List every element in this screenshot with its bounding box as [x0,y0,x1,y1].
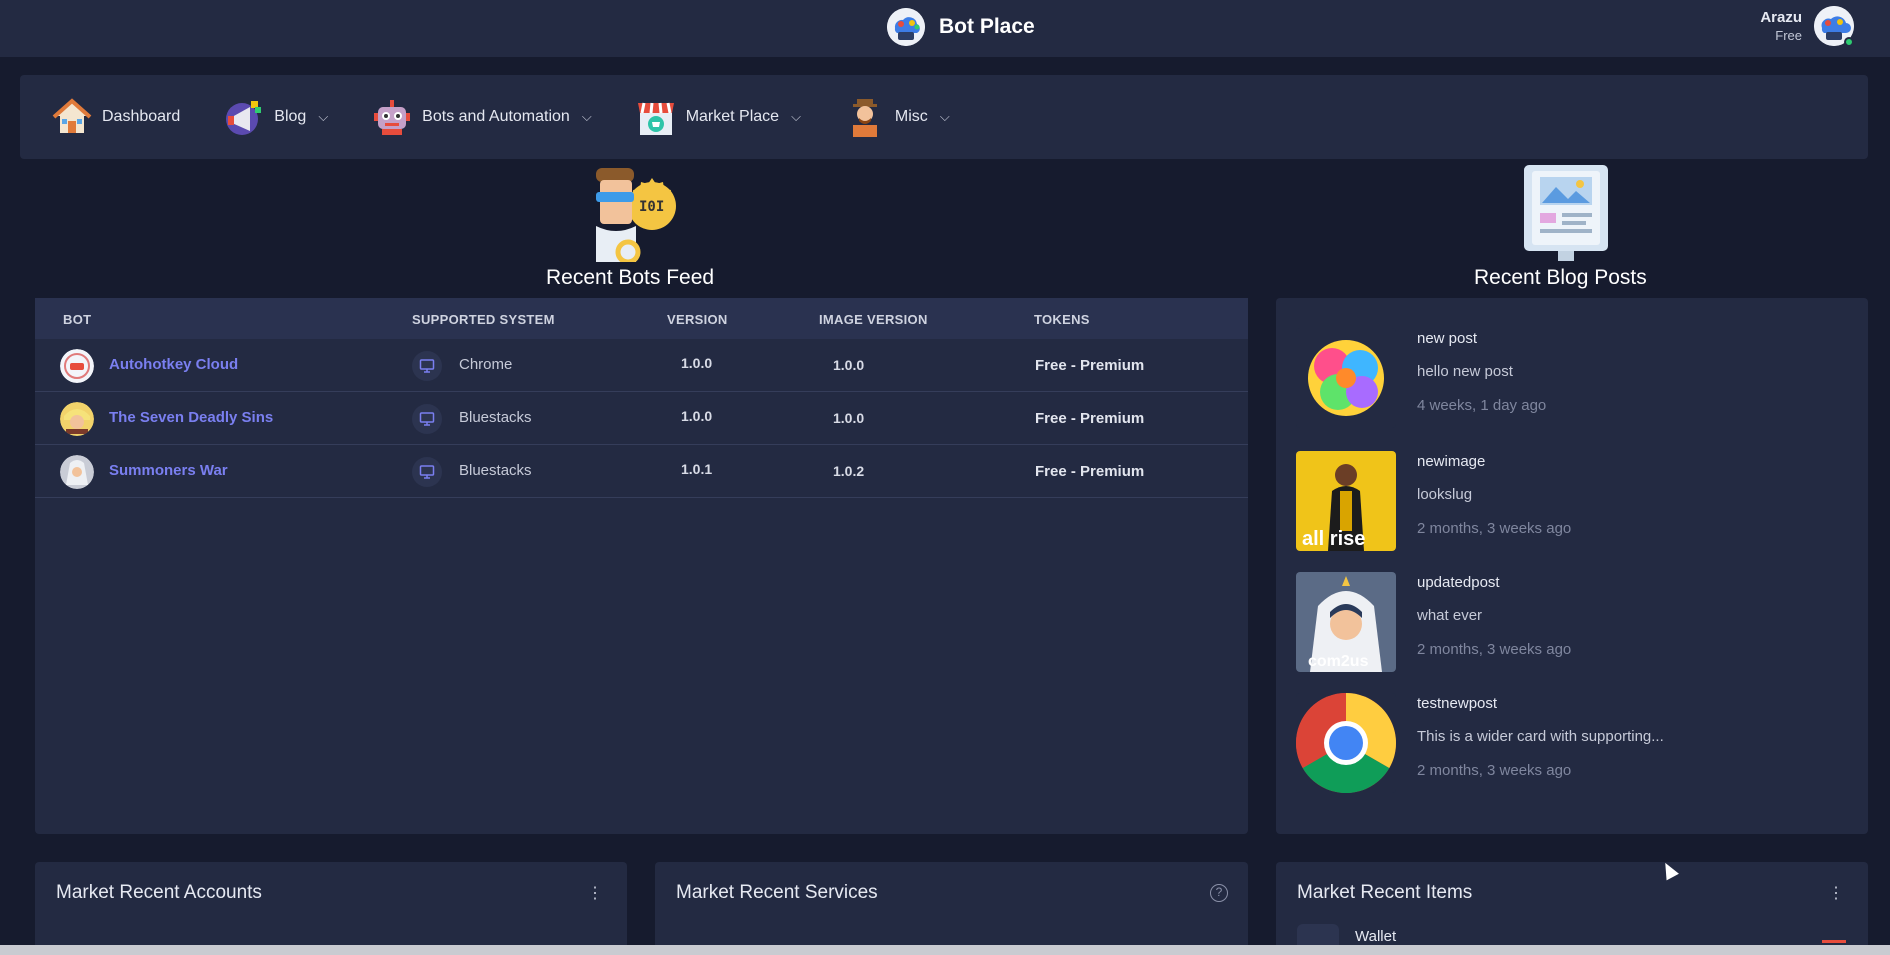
bots-feed-table: BOT SUPPORTED SYSTEM VERSION IMAGE VERSI… [35,298,1248,834]
nav-market-place-label: Market Place [685,108,780,125]
nav-misc-label: Misc [894,108,928,125]
chevron-down-icon: ⌵ [581,109,592,124]
chevron-down-icon: ⌵ [791,109,801,124]
bot-avatar [60,349,94,383]
help-icon[interactable]: ? [1210,884,1228,902]
bot-avatar [60,402,94,436]
svg-text:I0I: I0I [639,199,664,215]
chrome-logo-icon [1296,693,1396,793]
blog-post[interactable]: new post hello new post 4 weeks, 1 day a… [1296,328,1856,428]
main-nav: Dashboard Blog ⌵ Bots and Automation ⌵ M… [20,75,1868,159]
blog-illustration-icon [1520,165,1612,265]
monitor-icon [412,457,442,487]
blog-post[interactable]: com2us updatedpost what ever 2 months, 3… [1296,572,1856,672]
nav-bots-automation-label: Bots and Automation [422,108,570,125]
table-header: BOT SUPPORTED SYSTEM VERSION IMAGE VERSI… [35,298,1248,339]
item-label[interactable]: Wallet [1355,928,1396,945]
nav-blog-label: Blog [274,108,307,125]
version: 1.0.0 [681,408,713,424]
more-options-icon[interactable]: ⋮ [1828,886,1844,902]
house-icon [52,97,92,137]
post-title[interactable]: updatedpost [1417,574,1500,591]
chevron-down-icon: ⌵ [318,109,329,124]
card-title: Market Recent Services [676,882,878,903]
person-icon [845,97,885,137]
blog-post[interactable]: testnewpost This is a wider card with su… [1296,693,1856,793]
bot-name-link[interactable]: Autohotkey Cloud [109,356,238,373]
nav-dashboard[interactable]: Dashboard [52,97,180,137]
more-options-icon[interactable]: ⋮ [587,886,603,902]
post-excerpt: hello new post [1417,363,1513,380]
poster-text: all rise [1302,528,1365,550]
card-title: Market Recent Accounts [56,882,262,903]
nav-dashboard-label: Dashboard [102,108,181,125]
post-title[interactable]: new post [1417,330,1477,347]
horizontal-scrollbar[interactable] [0,945,1890,955]
col-supported-system: SUPPORTED SYSTEM [412,312,555,327]
col-tokens: TOKENS [1034,312,1090,327]
tokens: Free - Premium [1035,357,1145,374]
online-status-icon [1844,37,1854,47]
bot-name-link[interactable]: The Seven Deadly Sins [109,409,273,426]
post-time: 4 weeks, 1 day ago [1417,397,1547,414]
bots-feed-illustration-icon: I0I [590,166,686,265]
market-services-card: Market Recent Services ? [655,862,1248,955]
col-version: VERSION [667,312,728,327]
top-bar: Bot Place Arazu Free [0,0,1890,57]
brand-logo-icon [887,8,925,46]
supported-system: Chrome [459,356,513,373]
bot-name-link[interactable]: Summoners War [109,462,228,479]
col-bot: BOT [63,312,92,327]
post-title[interactable]: newimage [1417,453,1485,470]
poster-text: com2us [1308,653,1369,670]
post-title[interactable]: testnewpost [1417,695,1497,712]
image-version: 1.0.0 [833,357,865,373]
image-version: 1.0.2 [833,463,865,479]
post-thumbnail [1296,328,1396,428]
user-name: Arazu [1760,9,1802,26]
store-icon [636,97,676,137]
post-thumbnail: all rise [1296,451,1396,551]
market-accounts-card: Market Recent Accounts ⋮ [35,862,627,955]
post-excerpt: This is a wider card with supporting... [1417,728,1664,745]
post-thumbnail: com2us [1296,572,1396,672]
supported-system: Bluestacks [459,462,532,479]
version: 1.0.1 [681,461,713,477]
table-row[interactable]: The Seven Deadly Sins Bluestacks 1.0.0 1… [35,392,1248,445]
nav-blog[interactable]: Blog ⌵ [224,97,328,137]
bots-feed-title: Recent Bots Feed [546,266,715,289]
blog-posts-panel: new post hello new post 4 weeks, 1 day a… [1276,298,1868,834]
megaphone-icon [224,97,264,137]
post-excerpt: lookslug [1417,486,1473,503]
col-image-version: IMAGE VERSION [819,312,928,327]
table-row[interactable]: Autohotkey Cloud Chrome 1.0.0 1.0.0 Free… [35,339,1248,392]
image-version: 1.0.0 [833,410,865,426]
tokens: Free - Premium [1035,410,1145,427]
post-time: 2 months, 3 weeks ago [1417,641,1572,658]
monitor-icon [412,351,442,381]
post-time: 2 months, 3 weeks ago [1417,762,1572,779]
robot-icon [372,97,412,137]
post-time: 2 months, 3 weeks ago [1417,520,1572,537]
card-title: Market Recent Items [1297,882,1473,903]
app-title: Bot Place [939,15,1035,38]
blog-title: Recent Blog Posts [1474,266,1647,289]
user-menu[interactable]: Arazu Free [1760,6,1854,46]
monitor-icon [412,404,442,434]
version: 1.0.0 [681,355,713,371]
bot-avatar [60,455,94,489]
nav-market-place[interactable]: Market Place ⌵ [636,97,801,137]
blog-post[interactable]: all rise newimage lookslug 2 months, 3 w… [1296,451,1856,551]
brand[interactable]: Bot Place [887,8,1035,46]
nav-misc[interactable]: Misc ⌵ [845,97,950,137]
user-plan: Free [1775,28,1802,43]
chevron-down-icon: ⌵ [939,109,950,124]
supported-system: Bluestacks [459,409,532,426]
post-excerpt: what ever [1417,607,1483,624]
nav-bots-automation[interactable]: Bots and Automation ⌵ [372,97,592,137]
tokens: Free - Premium [1035,463,1145,480]
table-row[interactable]: Summoners War Bluestacks 1.0.1 1.0.2 Fre… [35,445,1248,498]
market-items-card: Market Recent Items ⋮ Wallet [1276,862,1868,955]
